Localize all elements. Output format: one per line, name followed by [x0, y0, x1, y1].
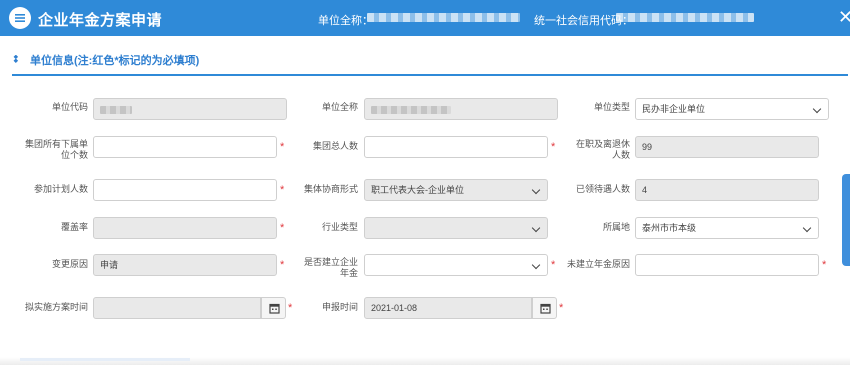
required-mark: *: [822, 259, 827, 271]
unit-code-label: 单位代码: [51, 102, 88, 112]
required-mark: *: [280, 222, 285, 234]
section-header: 单位信息(注:红色*标记的为必填项): [12, 52, 199, 68]
active-retired-field: 99: [635, 136, 819, 158]
not-established-label: 未建立年金原因: [566, 259, 630, 269]
calendar-icon[interactable]: [532, 297, 557, 319]
header-credit-code-value-masked: [616, 13, 754, 22]
unit-type-label: 单位类型: [593, 102, 630, 112]
established-label: 是否建立企业年金: [303, 257, 358, 278]
header-unit-name-value-masked: [367, 13, 520, 22]
apply-time-label: 申报时间: [321, 302, 358, 312]
plan-time-label: 拟实施方案时间: [24, 302, 88, 312]
diamond-icon: [13, 55, 19, 63]
coverage-field: [93, 217, 277, 239]
established-select[interactable]: [364, 254, 548, 276]
group-total-input[interactable]: [364, 136, 548, 158]
unit-name-label: 单位全称: [321, 102, 358, 112]
calendar-icon[interactable]: [261, 297, 286, 319]
pension-receivers-label: 已领待遇人数: [575, 184, 630, 194]
plan-time-input[interactable]: [93, 297, 261, 319]
required-mark: *: [280, 184, 285, 196]
side-float-tab[interactable]: [842, 174, 850, 266]
active-retired-label: 在职及离退休人数: [575, 139, 630, 160]
required-mark: *: [551, 141, 556, 153]
group-total-label: 集团总人数: [312, 141, 358, 151]
negotiation-label: 集体协商形式: [303, 184, 358, 194]
page-title: 企业年金方案申请: [38, 12, 163, 29]
location-label: 所属地: [602, 222, 630, 232]
required-mark: *: [280, 141, 285, 153]
unit-code-field: [93, 98, 287, 120]
next-section-header-partial: [20, 358, 190, 361]
change-reason-field: 申请: [93, 254, 277, 276]
pension-receivers-field: 4: [635, 179, 819, 201]
subunit-count-label: 集团所有下属单位个数: [24, 139, 88, 160]
required-mark: *: [551, 259, 556, 271]
unit-name-field: [364, 98, 558, 120]
required-mark: *: [559, 302, 564, 314]
apply-time-input[interactable]: 2021-01-08: [364, 297, 532, 319]
section-title: 单位信息(注:红色*标记的为必填项): [30, 55, 200, 67]
negotiation-select[interactable]: 职工代表大会-企业单位: [364, 179, 548, 201]
subunit-count-input[interactable]: [93, 136, 277, 158]
location-select[interactable]: 泰州市市本级: [635, 217, 819, 239]
participants-label: 参加计划人数: [33, 184, 88, 194]
industry-label: 行业类型: [321, 222, 358, 232]
required-mark: *: [280, 259, 285, 271]
unit-type-select[interactable]: 民办非企业单位: [635, 98, 829, 120]
list-icon: [9, 7, 31, 29]
industry-select[interactable]: [364, 217, 548, 239]
coverage-label: 覆盖率: [60, 222, 88, 232]
participants-input[interactable]: [93, 179, 277, 201]
title-bar: 企业年金方案申请 单位全称： 统一社会信用代码： ✕: [0, 0, 850, 36]
change-reason-label: 变更原因: [51, 259, 88, 269]
not-established-input[interactable]: [635, 254, 819, 276]
close-icon[interactable]: ✕: [838, 7, 850, 27]
section-divider: [12, 74, 848, 76]
header-unit-name-label: 单位全称：: [318, 15, 373, 27]
